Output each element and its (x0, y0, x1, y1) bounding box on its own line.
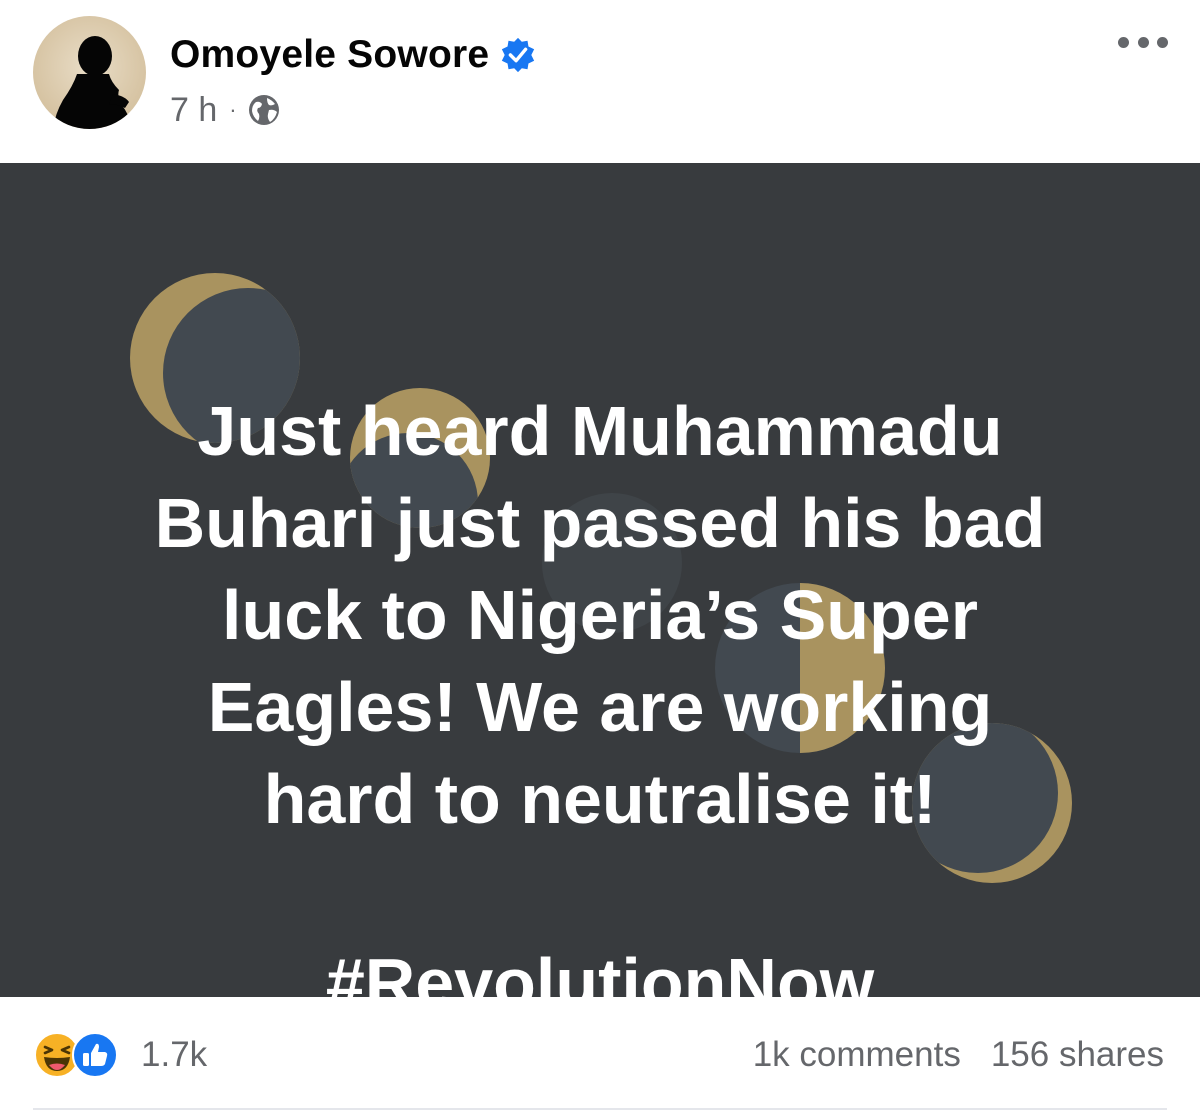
reaction-count: 1.7k (141, 1035, 208, 1074)
reaction-summary[interactable]: 1.7k (33, 1030, 207, 1080)
avatar-silhouette-icon (53, 36, 133, 129)
post-card[interactable]: Just heard Muhammadu Buhari just passed … (0, 163, 1200, 997)
more-dot-icon (1137, 36, 1149, 48)
comments-count-link[interactable]: 1k comments (753, 1035, 961, 1075)
post-meta: 7 h · (170, 88, 281, 132)
hashtag-link[interactable]: #RevolutionNow (326, 944, 874, 997)
more-dot-icon (1157, 36, 1168, 48)
more-dot-icon (1118, 36, 1129, 48)
author-name[interactable]: Omoyele Sowore (170, 33, 489, 77)
author-avatar[interactable] (33, 16, 146, 129)
post-header: Omoyele Sowore 7 h · (0, 0, 1200, 163)
post-stats: 1k comments 156 shares (753, 1030, 1164, 1080)
shares-count-link[interactable]: 156 shares (991, 1035, 1164, 1075)
like-icon (72, 1032, 118, 1078)
author-row: Omoyele Sowore (170, 28, 537, 82)
meta-separator: · (229, 97, 237, 122)
footer-divider (33, 1108, 1167, 1110)
verified-badge-icon (502, 37, 535, 73)
post-time[interactable]: 7 h (170, 91, 217, 130)
more-options-button[interactable] (1118, 30, 1168, 54)
post-message: Just heard Muhammadu Buhari just passed … (154, 392, 1046, 838)
globe-icon (248, 95, 279, 125)
post-text: Just heard Muhammadu Buhari just passed … (60, 293, 1140, 997)
